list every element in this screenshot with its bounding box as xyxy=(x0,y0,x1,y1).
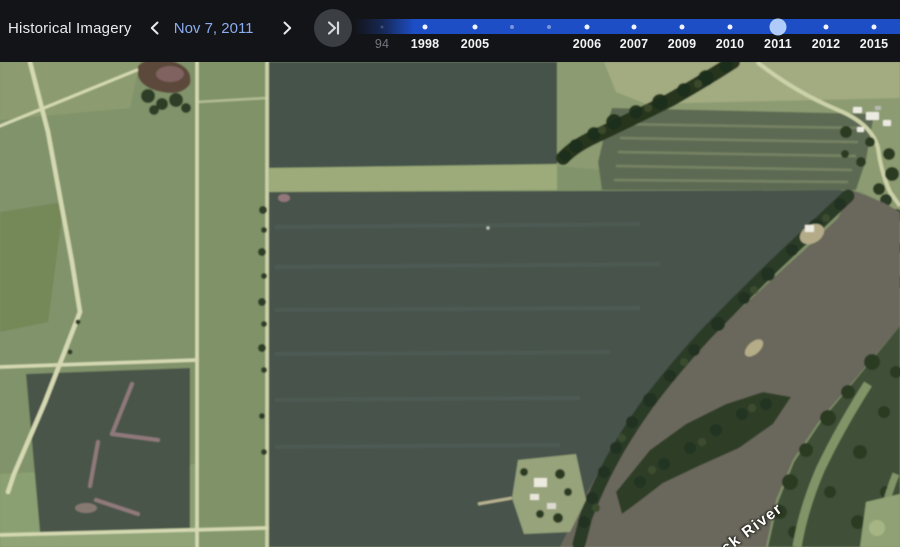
timeline-year-label: 2011 xyxy=(764,37,792,51)
timeline-mark[interactable] xyxy=(381,25,384,28)
timeline-mark[interactable] xyxy=(824,24,829,29)
timeline-year-label: 2006 xyxy=(573,37,602,51)
timeline-mark[interactable] xyxy=(632,24,637,29)
timeline-year-label: 2007 xyxy=(620,37,649,51)
timeline-mark[interactable] xyxy=(473,24,478,29)
timeline-marks: 94 1998 2005 2006 2007 2009 2010 2011 2012 2015 xyxy=(0,0,900,62)
timeline-mark[interactable] xyxy=(680,24,685,29)
timeline-year-label: 2009 xyxy=(668,37,697,51)
historical-imagery-view: Historical Imagery Nov 7, 2011 xyxy=(0,0,900,547)
timeline[interactable]: 94 1998 2005 2006 2007 2009 2010 2011 2012 2015 xyxy=(0,0,900,62)
timeline-mark[interactable] xyxy=(728,24,733,29)
map-viewport[interactable]: Rock River xyxy=(0,62,900,547)
timeline-year-label: 1998 xyxy=(411,37,440,51)
timeline-mark[interactable] xyxy=(423,24,428,29)
timeline-year-label: 2015 xyxy=(860,37,889,51)
aerial-imagery xyxy=(0,62,900,547)
timeline-mark[interactable] xyxy=(585,24,590,29)
timeline-mark[interactable] xyxy=(510,25,514,29)
timeline-year-label: 2012 xyxy=(812,37,841,51)
timeline-year-label: 2005 xyxy=(461,37,490,51)
timeline-year-label: 2010 xyxy=(716,37,745,51)
timeline-mark[interactable] xyxy=(547,25,551,29)
timeline-mark[interactable] xyxy=(872,24,877,29)
timeline-year-label: 94 xyxy=(375,37,389,51)
timeline-mark-selected[interactable] xyxy=(770,18,787,35)
historical-imagery-toolbar: Historical Imagery Nov 7, 2011 xyxy=(0,0,900,62)
